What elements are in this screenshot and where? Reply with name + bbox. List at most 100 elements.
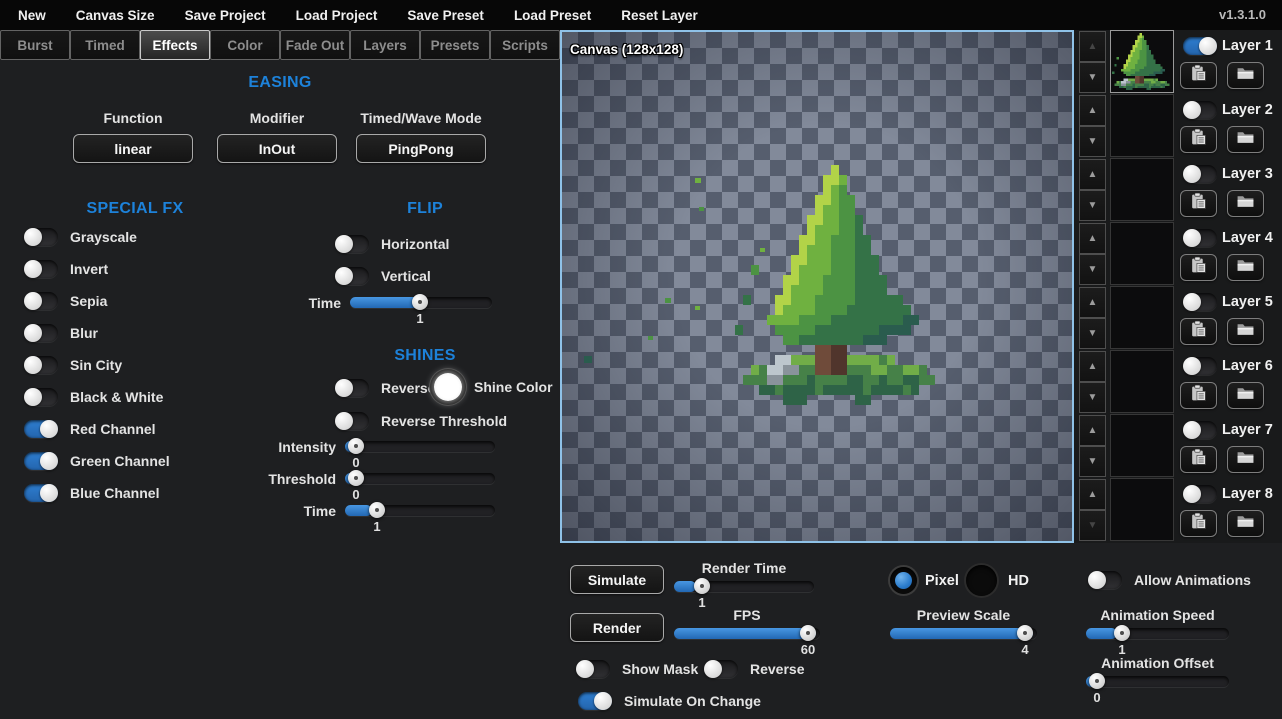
- shines-time-slider-track[interactable]: [345, 505, 495, 516]
- up-arrow-icon[interactable]: ▲: [1079, 223, 1106, 254]
- up-arrow-icon[interactable]: ▲: [1079, 287, 1106, 318]
- layer-visibility-toggle[interactable]: [1183, 485, 1217, 503]
- black-white-toggle[interactable]: [24, 388, 58, 406]
- down-arrow-icon[interactable]: ▼: [1079, 318, 1106, 349]
- menu-item-load-project[interactable]: Load Project: [296, 8, 378, 23]
- layer-load-button[interactable]: [1227, 62, 1264, 89]
- layer-paste-button[interactable]: [1180, 510, 1217, 537]
- layer-paste-button[interactable]: [1180, 318, 1217, 345]
- layer-load-button[interactable]: [1227, 382, 1264, 409]
- tab-timed[interactable]: Timed: [70, 30, 140, 60]
- function-dropdown-button[interactable]: linear: [73, 134, 193, 163]
- tab-effects[interactable]: Effects: [140, 30, 210, 60]
- timed-wave-mode-dropdown-button[interactable]: PingPong: [356, 134, 486, 163]
- shine-color-swatch[interactable]: [430, 369, 466, 405]
- animation-speed-slider-knob[interactable]: [1114, 625, 1130, 641]
- render-time-slider-track[interactable]: [674, 581, 814, 592]
- red-channel-toggle[interactable]: [24, 420, 58, 438]
- layer-load-button[interactable]: [1227, 126, 1264, 153]
- down-arrow-icon[interactable]: ▼: [1079, 126, 1106, 157]
- modifier-dropdown-button[interactable]: InOut: [217, 134, 337, 163]
- menu-item-canvas-size[interactable]: Canvas Size: [76, 8, 155, 23]
- up-arrow-icon[interactable]: ▲: [1079, 159, 1106, 190]
- intensity-slider-track[interactable]: [345, 441, 495, 452]
- shines-reverse-toggle[interactable]: [335, 379, 369, 397]
- layer-visibility-toggle[interactable]: [1183, 293, 1217, 311]
- animation-offset-slider-track[interactable]: [1086, 676, 1229, 687]
- blur-toggle[interactable]: [24, 324, 58, 342]
- layer-visibility-toggle[interactable]: [1183, 229, 1217, 247]
- layer-visibility-toggle[interactable]: [1183, 101, 1217, 119]
- render-reverse-toggle[interactable]: [704, 660, 738, 678]
- tab-burst[interactable]: Burst: [0, 30, 70, 60]
- allow-animations-toggle[interactable]: [1088, 571, 1122, 589]
- layer-paste-button[interactable]: [1180, 190, 1217, 217]
- layer-visibility-toggle[interactable]: [1183, 421, 1217, 439]
- menu-item-load-preset[interactable]: Load Preset: [514, 8, 591, 23]
- menu-item-save-project[interactable]: Save Project: [185, 8, 266, 23]
- flip-time-slider-track[interactable]: [350, 297, 492, 308]
- layer-thumbnail[interactable]: [1110, 222, 1174, 285]
- tab-scripts[interactable]: Scripts: [490, 30, 560, 60]
- layer-thumbnail[interactable]: [1110, 414, 1174, 477]
- sin-city-toggle[interactable]: [24, 356, 58, 374]
- animation-offset-slider-knob[interactable]: [1089, 673, 1105, 689]
- tab-layers[interactable]: Layers: [350, 30, 420, 60]
- fps-slider-track[interactable]: [674, 628, 820, 639]
- green-channel-toggle[interactable]: [24, 452, 58, 470]
- flip-vertical-toggle[interactable]: [335, 267, 369, 285]
- up-arrow-icon[interactable]: ▲: [1079, 351, 1106, 382]
- layer-thumbnail[interactable]: [1110, 350, 1174, 413]
- simulate-button[interactable]: Simulate: [570, 565, 664, 594]
- threshold-slider-track[interactable]: [345, 473, 495, 484]
- blue-channel-toggle[interactable]: [24, 484, 58, 502]
- render-time-slider-knob[interactable]: [694, 578, 710, 594]
- layer-thumbnail[interactable]: [1110, 158, 1174, 221]
- tab-fade-out[interactable]: Fade Out: [280, 30, 350, 60]
- layer-thumbnail[interactable]: [1110, 478, 1174, 541]
- tab-color[interactable]: Color: [210, 30, 280, 60]
- down-arrow-icon[interactable]: ▼: [1079, 190, 1106, 221]
- layer-load-button[interactable]: [1227, 254, 1264, 281]
- invert-toggle[interactable]: [24, 260, 58, 278]
- layer-load-button[interactable]: [1227, 446, 1264, 473]
- pixel-mode-radio[interactable]: [890, 567, 917, 594]
- grayscale-toggle[interactable]: [24, 228, 58, 246]
- up-arrow-icon[interactable]: ▲: [1079, 95, 1106, 126]
- layer-visibility-toggle[interactable]: [1183, 357, 1217, 375]
- sepia-toggle[interactable]: [24, 292, 58, 310]
- layer-paste-button[interactable]: [1180, 446, 1217, 473]
- show-mask-toggle[interactable]: [576, 660, 610, 678]
- canvas-viewport[interactable]: Canvas (128x128): [560, 30, 1074, 543]
- shines-time-slider-knob[interactable]: [369, 502, 385, 518]
- layer-paste-button[interactable]: [1180, 254, 1217, 281]
- menu-item-new[interactable]: New: [18, 8, 46, 23]
- down-arrow-icon[interactable]: ▼: [1079, 254, 1106, 285]
- up-arrow-icon[interactable]: ▲: [1079, 31, 1106, 62]
- down-arrow-icon[interactable]: ▼: [1079, 382, 1106, 413]
- reverse-threshold-toggle[interactable]: [335, 412, 369, 430]
- animation-speed-slider-track[interactable]: [1086, 628, 1229, 639]
- intensity-slider-knob[interactable]: [348, 438, 364, 454]
- layer-load-button[interactable]: [1227, 318, 1264, 345]
- layer-paste-button[interactable]: [1180, 126, 1217, 153]
- layer-visibility-toggle[interactable]: [1183, 37, 1217, 55]
- down-arrow-icon[interactable]: ▼: [1079, 62, 1106, 93]
- simulate-on-change-toggle[interactable]: [578, 692, 612, 710]
- down-arrow-icon[interactable]: ▼: [1079, 446, 1106, 477]
- menu-item-reset-layer[interactable]: Reset Layer: [621, 8, 698, 23]
- down-arrow-icon[interactable]: ▼: [1079, 510, 1106, 541]
- layer-thumbnail[interactable]: [1110, 94, 1174, 157]
- layer-thumbnail[interactable]: [1110, 286, 1174, 349]
- hd-mode-radio[interactable]: [966, 565, 997, 596]
- layer-load-button[interactable]: [1227, 510, 1264, 537]
- preview-scale-slider-knob[interactable]: [1017, 625, 1033, 641]
- layer-load-button[interactable]: [1227, 190, 1264, 217]
- render-button[interactable]: Render: [570, 613, 664, 642]
- preview-scale-slider-track[interactable]: [890, 628, 1037, 639]
- up-arrow-icon[interactable]: ▲: [1079, 415, 1106, 446]
- menu-item-save-preset[interactable]: Save Preset: [407, 8, 484, 23]
- threshold-slider-knob[interactable]: [348, 470, 364, 486]
- fps-slider-knob[interactable]: [800, 625, 816, 641]
- up-arrow-icon[interactable]: ▲: [1079, 479, 1106, 510]
